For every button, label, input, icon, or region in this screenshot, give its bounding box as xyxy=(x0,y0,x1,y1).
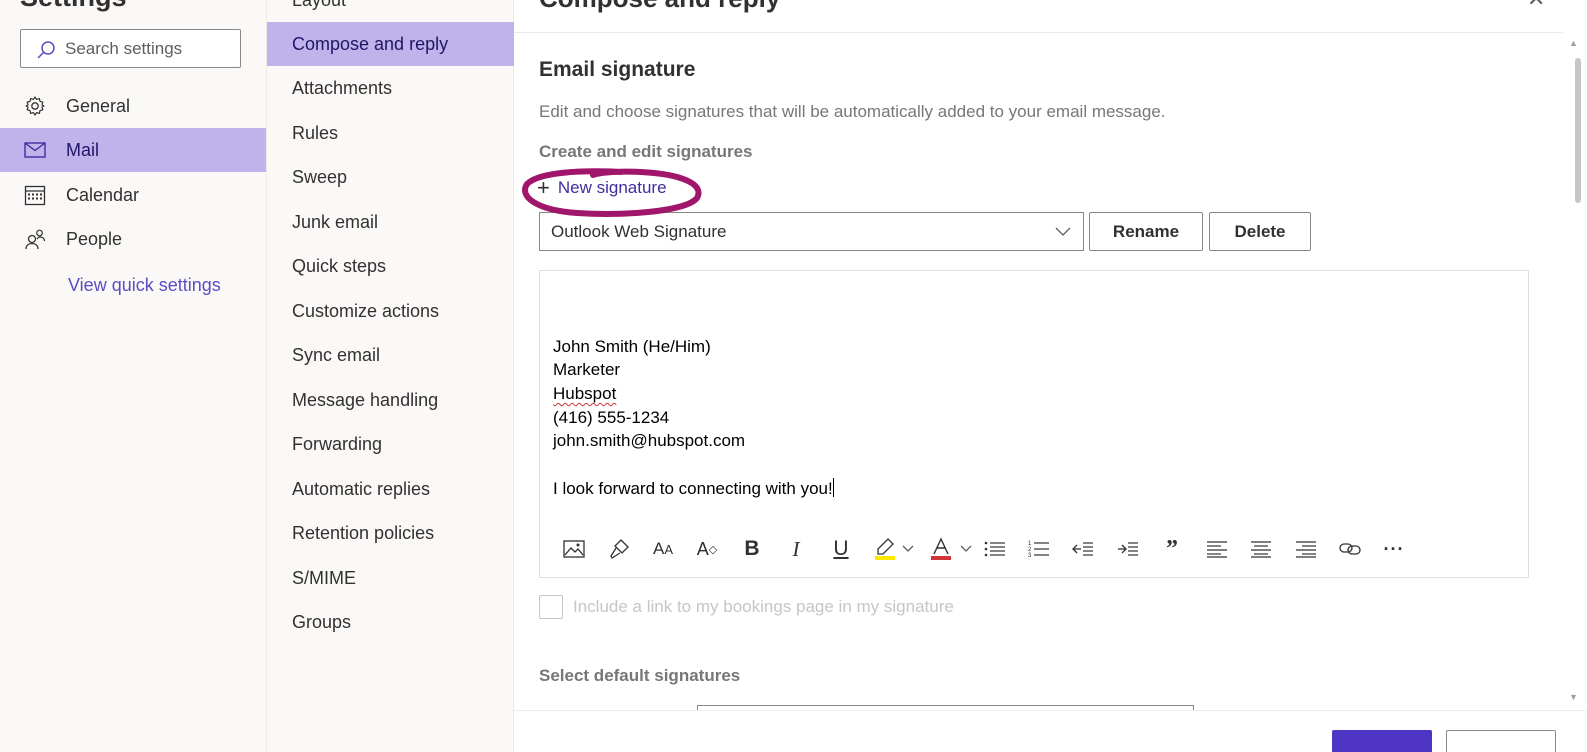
signature-select-value: Outlook Web Signature xyxy=(551,221,727,241)
gear-icon xyxy=(0,95,66,117)
view-quick-settings-link[interactable]: View quick settings xyxy=(68,275,221,296)
create-signatures-label: Create and edit signatures xyxy=(539,142,753,161)
bullets-icon[interactable] xyxy=(983,537,1007,561)
font-icon[interactable]: AA xyxy=(651,537,675,561)
people-icon xyxy=(0,228,66,250)
signature-editor[interactable]: John Smith (He/Him) Marketer Hubspot (41… xyxy=(539,270,1529,578)
mail-nav-message-handling[interactable]: Message handling xyxy=(267,378,514,422)
mail-nav-attachments[interactable]: Attachments xyxy=(267,66,514,110)
signature-line: John Smith (He/Him) xyxy=(553,336,711,356)
align-center-icon[interactable] xyxy=(1249,537,1273,561)
mail-settings-nav: Layout Compose and reply Attachments Rul… xyxy=(266,0,514,752)
font-size-icon[interactable]: A ◇ xyxy=(695,537,719,561)
save-button[interactable] xyxy=(1332,730,1432,752)
signature-line: (416) 555-1234 xyxy=(553,407,670,427)
mail-nav-rules[interactable]: Rules xyxy=(267,111,514,155)
font-color-icon[interactable] xyxy=(929,537,953,561)
bookings-option: Include a link to my bookings page in my… xyxy=(539,595,954,619)
signature-line: john.smith@hubspot.com xyxy=(553,431,746,451)
mail-nav-retention-policies[interactable]: Retention policies xyxy=(267,511,514,555)
mail-nav-forwarding[interactable]: Forwarding xyxy=(267,422,514,466)
settings-title: Settings xyxy=(20,0,127,13)
annotation-circle xyxy=(522,168,702,217)
section-title: Email signature xyxy=(539,58,696,81)
panel-footer xyxy=(514,710,1587,752)
increase-indent-icon[interactable] xyxy=(1116,537,1140,561)
decrease-indent-icon[interactable] xyxy=(1071,537,1095,561)
format-painter-icon[interactable] xyxy=(607,537,631,561)
signature-line: Hubspot xyxy=(553,384,617,404)
signature-line: Marketer xyxy=(553,360,621,380)
category-label: Mail xyxy=(66,139,100,160)
more-options-icon[interactable]: ··· xyxy=(1382,537,1406,561)
link-icon[interactable] xyxy=(1338,537,1362,561)
category-general[interactable]: General xyxy=(0,84,266,128)
text-caret xyxy=(832,477,834,497)
align-left-icon[interactable] xyxy=(1205,537,1229,561)
chevron-down-icon xyxy=(1055,227,1071,236)
mail-nav-sync-email[interactable]: Sync email xyxy=(267,333,514,377)
svg-text:3: 3 xyxy=(1028,553,1032,558)
category-calendar[interactable]: Calendar xyxy=(0,173,266,217)
settings-nav-pane: Settings General Mail xyxy=(0,0,266,752)
category-label: People xyxy=(66,228,123,249)
mail-nav-smime[interactable]: S/MIME xyxy=(267,556,514,600)
rename-button[interactable]: Rename xyxy=(1089,212,1203,251)
chevron-down-icon[interactable] xyxy=(900,537,916,561)
search-input[interactable] xyxy=(65,30,235,67)
align-right-icon[interactable] xyxy=(1294,537,1318,561)
scroll-down-icon[interactable]: ▼ xyxy=(1569,692,1578,702)
search-icon xyxy=(37,41,55,59)
category-people[interactable]: People xyxy=(0,217,266,261)
mail-nav-sweep[interactable]: Sweep xyxy=(267,155,514,199)
delete-button[interactable]: Delete xyxy=(1209,212,1311,251)
insert-picture-icon[interactable] xyxy=(562,537,586,561)
mail-nav-customize-actions[interactable]: Customize actions xyxy=(267,289,514,333)
bookings-checkbox[interactable] xyxy=(539,595,563,619)
numbering-icon[interactable]: 123 xyxy=(1027,537,1051,561)
mail-icon xyxy=(0,142,66,158)
signature-line xyxy=(553,311,834,335)
calendar-icon xyxy=(0,184,66,206)
highlight-icon[interactable] xyxy=(873,537,897,561)
section-description: Edit and choose signatures that will be … xyxy=(539,102,1166,121)
signature-line: I look forward to connecting with you! xyxy=(553,478,833,498)
italic-icon[interactable]: I xyxy=(784,537,808,561)
scroll-thumb[interactable] xyxy=(1575,58,1581,203)
category-label: Calendar xyxy=(66,184,140,205)
scroll-up-icon[interactable]: ▲ xyxy=(1569,38,1578,48)
discard-button[interactable] xyxy=(1446,730,1556,752)
mail-nav-groups[interactable]: Groups xyxy=(267,600,514,644)
panel-title: Compose and reply xyxy=(539,0,780,14)
mail-nav-quick-steps[interactable]: Quick steps xyxy=(267,244,514,288)
signature-line xyxy=(553,453,834,477)
divider xyxy=(514,32,1563,33)
mail-nav-junk-email[interactable]: Junk email xyxy=(267,200,514,244)
mail-nav-automatic-replies[interactable]: Automatic replies xyxy=(267,467,514,511)
search-box[interactable] xyxy=(20,29,241,68)
bookings-label: Include a link to my bookings page in my… xyxy=(573,597,954,616)
mail-nav-compose-and-reply[interactable]: Compose and reply xyxy=(267,22,514,66)
category-label: General xyxy=(66,95,131,116)
compose-and-reply-panel: Compose and reply ✕ Email signature Edit… xyxy=(514,0,1587,752)
quote-icon[interactable]: ” xyxy=(1160,536,1184,562)
default-signatures-label: Select default signatures xyxy=(539,666,741,685)
close-icon[interactable]: ✕ xyxy=(1527,0,1545,12)
mail-nav-layout[interactable]: Layout xyxy=(267,0,514,22)
bold-icon[interactable]: B xyxy=(740,537,764,561)
category-mail[interactable]: Mail xyxy=(0,128,266,172)
signature-text[interactable]: John Smith (He/Him) Marketer Hubspot (41… xyxy=(553,311,834,501)
chevron-down-icon[interactable] xyxy=(958,537,974,561)
underline-icon[interactable]: U xyxy=(829,537,853,561)
